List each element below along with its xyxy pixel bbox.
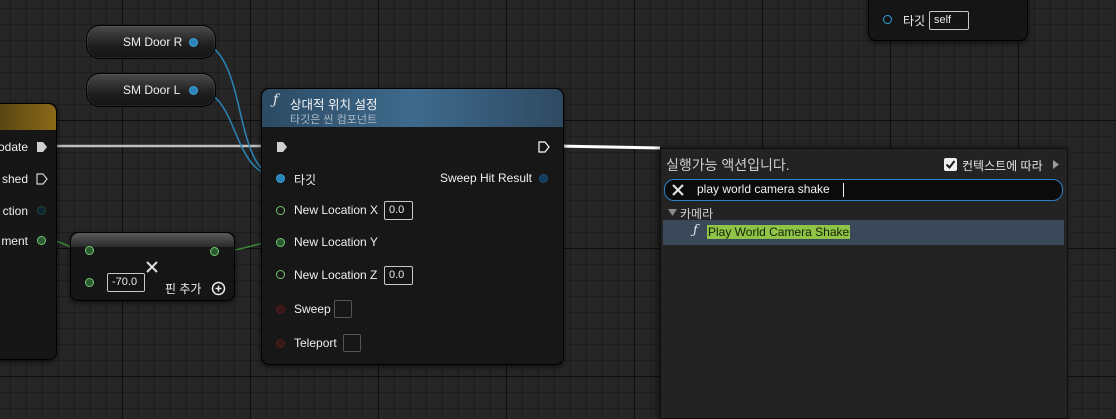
- math-input-a-pin[interactable]: [85, 246, 94, 255]
- checkbox-check-icon: [945, 160, 956, 170]
- top-right-node[interactable]: 타깃 self: [868, 0, 1028, 41]
- timeline-node-header: [0, 104, 56, 130]
- sm-door-l-pin[interactable]: [189, 86, 198, 95]
- new-location-z-pin[interactable]: [276, 270, 285, 279]
- sweep-hit-result-label: Sweep Hit Result: [439, 171, 532, 185]
- set-relative-location-node[interactable]: ƒ 상대적 위치 설정 타깃은 씬 컴포넌트 타깃 Sweep Hit Resu…: [261, 88, 564, 365]
- context-label[interactable]: 컨텍스트에 따라: [962, 157, 1043, 174]
- exec-in-pin[interactable]: [276, 141, 288, 153]
- target-value[interactable]: self: [929, 11, 969, 30]
- sweep-pin[interactable]: [276, 305, 285, 314]
- node-subtitle: 타깃은 씬 컴포넌트: [290, 114, 378, 126]
- math-output-pin[interactable]: [210, 247, 219, 256]
- x-icon: [146, 261, 158, 273]
- new-location-x-value[interactable]: 0.0: [384, 201, 413, 220]
- new-location-x-label: New Location X: [294, 203, 379, 217]
- action-menu-title: 실행가능 액션입니다.: [666, 157, 790, 173]
- teleport-pin[interactable]: [276, 339, 285, 348]
- math-add-node[interactable]: -70.0 핀 추가: [70, 232, 235, 301]
- new-location-x-pin[interactable]: [276, 206, 285, 215]
- search-box[interactable]: play world camera shake: [664, 179, 1063, 201]
- new-location-z-value[interactable]: 0.0: [384, 266, 413, 285]
- direction-pin[interactable]: [37, 206, 46, 215]
- result-item-label[interactable]: Play World Camera Shake: [707, 225, 851, 239]
- sm-door-r-label: SM Door R: [123, 35, 183, 49]
- movement-pin[interactable]: [37, 236, 46, 245]
- function-icon: ƒ: [693, 223, 698, 238]
- target-label: 타깃: [294, 173, 317, 187]
- exec-out-pin-update[interactable]: [36, 141, 48, 153]
- sm-door-r-node[interactable]: SM Door R: [86, 25, 216, 59]
- new-location-y-label: New Location Y: [294, 235, 378, 249]
- pin-label-movement: ment: [1, 234, 28, 248]
- pin-label-update: odate: [0, 140, 28, 154]
- plus-circle-icon[interactable]: [211, 281, 226, 296]
- sweep-hit-result-pin[interactable]: [539, 174, 548, 183]
- text-cursor: [843, 183, 844, 197]
- pin-label-finished: shed: [1, 172, 28, 186]
- triangle-down-icon[interactable]: [668, 209, 677, 216]
- exec-out-pin[interactable]: [538, 141, 550, 153]
- target-pin[interactable]: [276, 174, 285, 183]
- close-icon[interactable]: [672, 184, 684, 196]
- timeline-node[interactable]: odate shed ction ment: [0, 103, 57, 360]
- chevron-right-icon[interactable]: [1053, 160, 1059, 169]
- math-node-header: [71, 233, 234, 247]
- exec-wire-out: [555, 144, 661, 150]
- math-input-b-value[interactable]: -70.0: [107, 273, 145, 292]
- target-label: 타깃: [903, 14, 926, 28]
- new-location-y-pin[interactable]: [276, 238, 285, 247]
- sweep-label: Sweep: [294, 302, 331, 316]
- target-pin[interactable]: [883, 15, 892, 24]
- sm-door-r-pin[interactable]: [189, 38, 198, 47]
- sm-door-l-node[interactable]: SM Door L: [86, 73, 216, 107]
- function-icon: ƒ: [273, 92, 279, 108]
- context-checkbox[interactable]: [944, 158, 957, 171]
- pin-label-direction: ction: [2, 204, 28, 218]
- result-item-row[interactable]: ƒ Play World Camera Shake: [663, 220, 1064, 245]
- sm-door-l-label: SM Door L: [123, 83, 181, 97]
- teleport-checkbox[interactable]: [343, 334, 361, 352]
- math-input-b-pin[interactable]: [85, 278, 94, 287]
- teleport-label: Teleport: [294, 336, 337, 350]
- add-pin-label[interactable]: 핀 추가: [165, 280, 201, 297]
- action-menu[interactable]: 실행가능 액션입니다. 컨텍스트에 따라 play world camera s…: [660, 148, 1068, 419]
- node-header: ƒ 상대적 위치 설정 타깃은 씬 컴포넌트: [262, 89, 563, 127]
- exec-out-pin-finished[interactable]: [36, 173, 48, 185]
- search-input[interactable]: play world camera shake: [697, 182, 830, 196]
- sweep-checkbox[interactable]: [334, 300, 352, 318]
- new-location-z-label: New Location Z: [294, 268, 378, 282]
